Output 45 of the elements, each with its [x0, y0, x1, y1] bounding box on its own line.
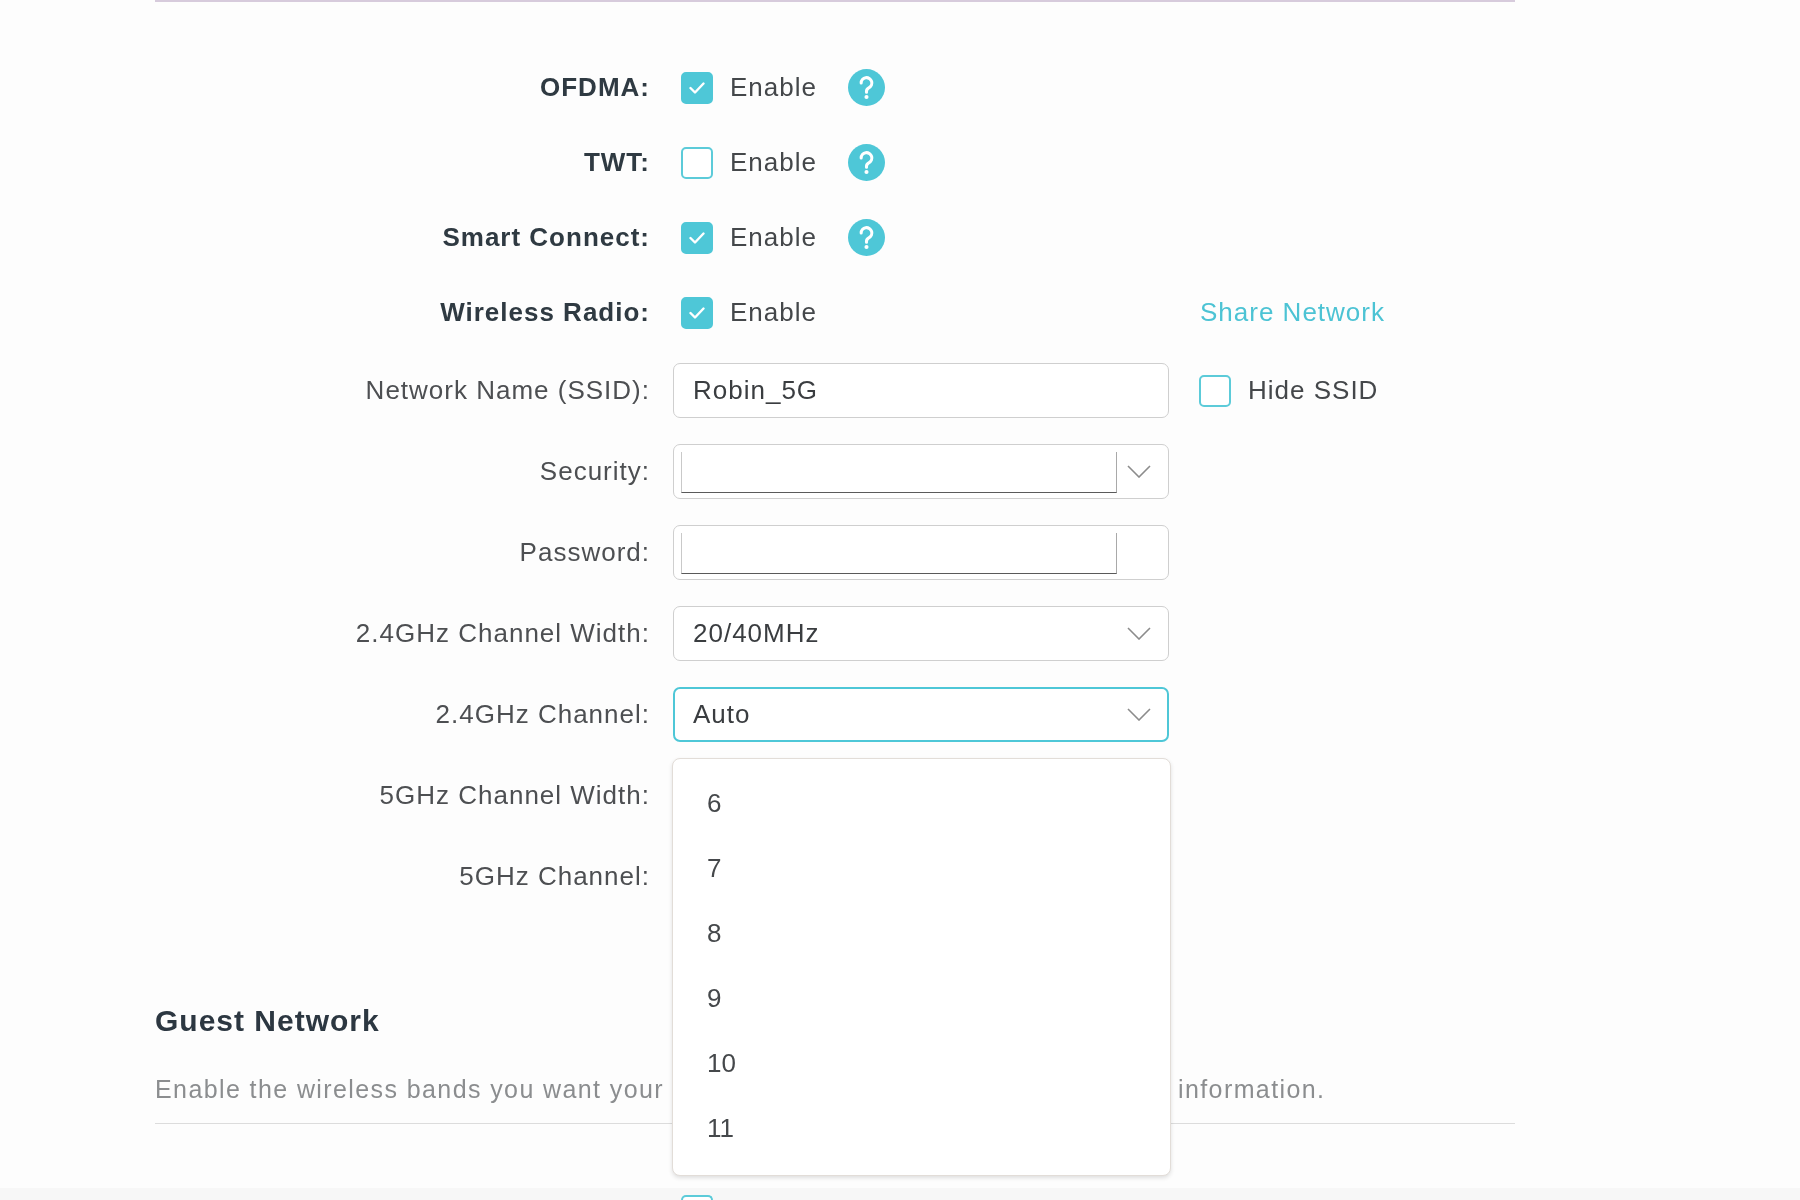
select-field[interactable] [673, 444, 1169, 499]
checkbox-label: Enable [730, 147, 817, 178]
checkbox-label: Hide SSID [1248, 375, 1379, 406]
field-label: TWT: [583, 147, 650, 178]
help-icon[interactable] [847, 219, 885, 256]
checkmark-icon [689, 231, 705, 244]
field-label: Smart Connect: [442, 222, 650, 253]
input-field[interactable]: Robin_5G [673, 363, 1169, 418]
checkmark-icon [689, 81, 705, 94]
field-label: 2.4GHz Channel Width: [355, 618, 650, 649]
select-field[interactable]: 20/40MHz [673, 606, 1169, 661]
field-label: 5GHz Channel: [459, 861, 650, 892]
checkmark-icon [689, 306, 705, 319]
dropdown-option[interactable]: 11 [673, 1096, 1170, 1161]
checkbox[interactable] [681, 71, 713, 104]
help-icon[interactable] [847, 144, 885, 181]
field-label: Network Name (SSID): [365, 375, 650, 406]
dropdown-option[interactable]: 10 [673, 1031, 1170, 1096]
checkbox[interactable] [1199, 374, 1231, 407]
chevron-down-icon [1127, 627, 1151, 640]
checkbox[interactable] [681, 296, 713, 329]
section-description: Enable the wireless bands you want your [155, 1074, 665, 1104]
dropdown-option[interactable]: 6 [673, 771, 1170, 836]
checkbox-label: Enable [730, 297, 817, 328]
help-icon[interactable] [847, 69, 885, 106]
chevron-down-icon [1127, 708, 1151, 721]
chevron-down-icon [1127, 465, 1151, 478]
checkbox[interactable] [681, 221, 713, 254]
checkbox-label: Enable [730, 222, 817, 253]
field-label: Password: [519, 537, 650, 568]
field-label: OFDMA: [540, 72, 650, 103]
field-label: Security: [539, 456, 650, 487]
field-label: 2.4GHz Channel: [435, 699, 650, 730]
section-description: information. [1178, 1074, 1326, 1104]
select-field[interactable]: Auto [673, 687, 1169, 742]
checkbox[interactable] [681, 1195, 713, 1200]
input-field[interactable] [673, 525, 1169, 580]
dropdown-option[interactable]: 7 [673, 836, 1170, 901]
field-label: Wireless Radio: [440, 297, 650, 328]
checkbox[interactable] [681, 146, 713, 179]
dropdown-option[interactable]: 9 [673, 966, 1170, 1031]
field-label: 5GHz Channel Width: [379, 780, 650, 811]
dropdown-option[interactable]: 8 [673, 901, 1170, 966]
section-title: Guest Network [155, 1003, 380, 1039]
checkbox-label: Enable [730, 72, 817, 103]
